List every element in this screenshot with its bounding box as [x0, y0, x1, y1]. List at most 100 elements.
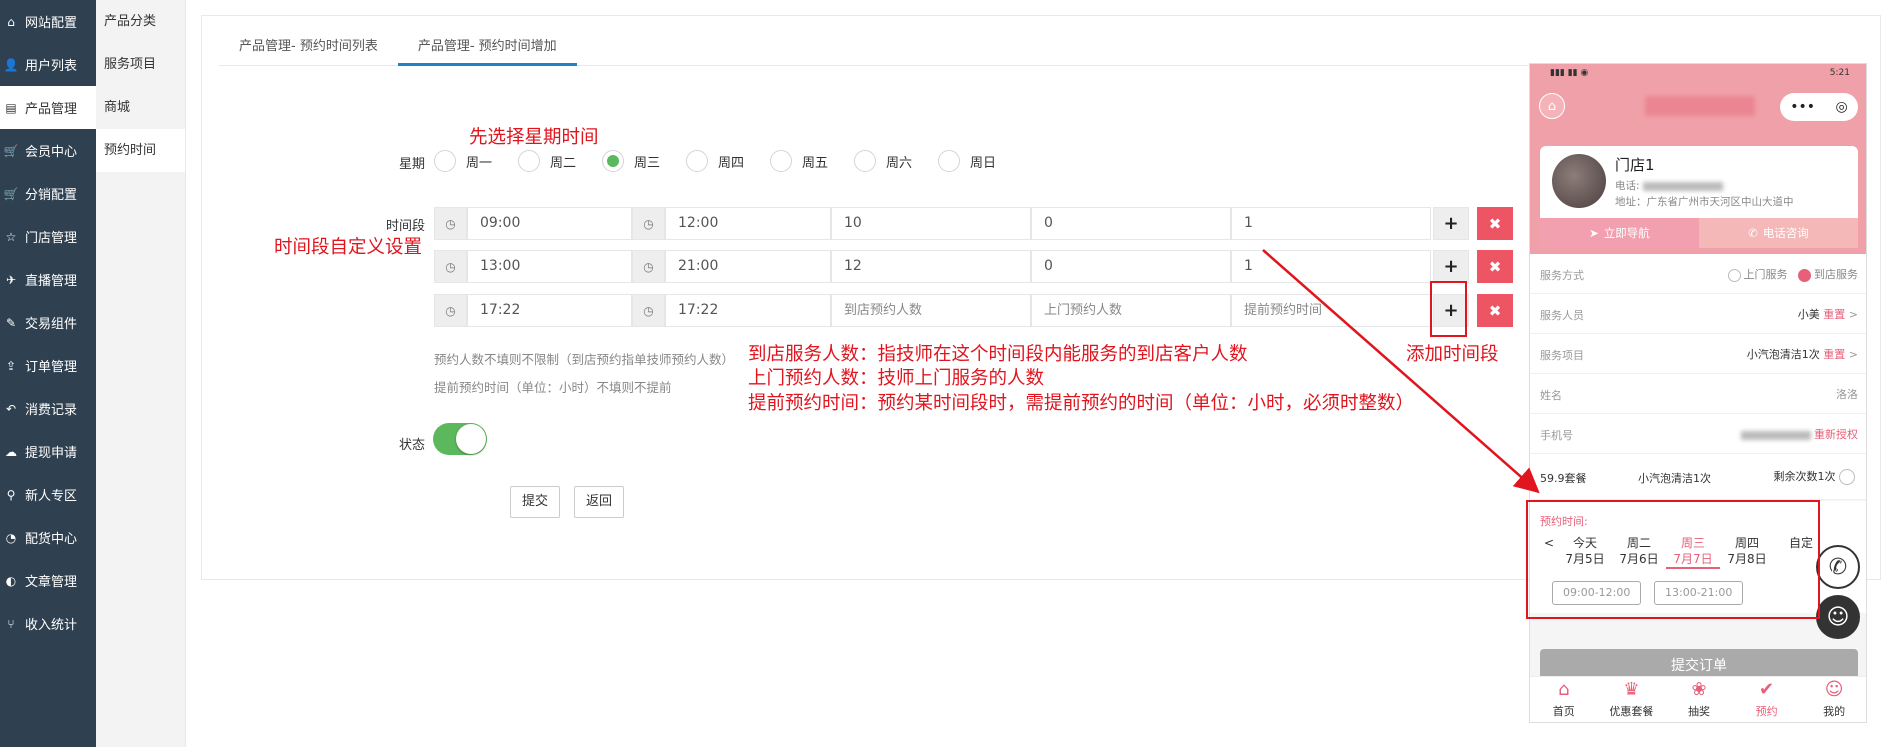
status-label: 状态 [398, 438, 425, 453]
delete-row-button[interactable]: ✖ [1477, 207, 1513, 240]
end-time-input[interactable]: 17:22 [665, 294, 831, 327]
sidebar-item-label: 门店管理 [25, 231, 78, 246]
time-label: 时间段 [385, 219, 425, 234]
mode-home-radio[interactable]: 上门服务 [1727, 268, 1788, 282]
sidebar-item[interactable]: ⚲ 新人专区 [0, 473, 96, 516]
store-count-input[interactable]: 10 [831, 207, 1031, 240]
submit-button[interactable]: 提交 [510, 486, 561, 518]
weekday-radio[interactable]: 周五 [770, 150, 854, 172]
home-icon[interactable]: ⌂ [1539, 93, 1565, 119]
tabbar-item[interactable]: ✔ 预约 [1733, 677, 1801, 722]
sidebar-item[interactable]: ☆ 门店管理 [0, 215, 96, 258]
tabbar-item[interactable]: ☺ 我的 [1800, 677, 1866, 722]
tabbar-item[interactable]: ♛ 优惠套餐 [1598, 677, 1666, 722]
sidebar-item[interactable]: ⇪ 订单管理 [0, 344, 96, 387]
add-row-button[interactable]: + [1433, 250, 1469, 283]
advance-hours-input[interactable]: 1 [1231, 250, 1431, 283]
submenu-item[interactable]: 预约时间 [96, 129, 185, 172]
submenu-item[interactable]: 商城 [96, 86, 185, 129]
sidebar-item[interactable]: ↶ 消费记录 [0, 387, 96, 430]
sidebar: ⌂ 网站配置 👤 用户列表 ▤ 产品管理 🛒 会员中心 🛒 分销配置 ☆ 门店管理 ✈ 直播管理 ✎ 交易组件… [0, 0, 96, 747]
call-button[interactable]: ✆ 电话咨询 [1699, 218, 1858, 248]
start-time-input[interactable]: 13:00 [467, 250, 632, 283]
tab-bar: 产品管理- 预约时间列表 产品管理- 预约时间增加 [219, 34, 1549, 66]
weekday-label: 周三 [634, 155, 661, 171]
sidebar-item[interactable]: ☁ 提现申请 [0, 430, 96, 473]
target-icon[interactable]: ◎ [1836, 99, 1848, 115]
home-count-input[interactable]: 0 [1031, 250, 1231, 283]
mini-capsule[interactable]: ••• ◎ [1780, 93, 1858, 121]
delete-row-button[interactable]: ✖ [1477, 294, 1513, 327]
submenu-item[interactable]: 服务项目 [96, 43, 185, 86]
item-row[interactable]: 服务项目 小汽泡清洁1次 重置 > [1530, 334, 1866, 374]
chevron-right-icon: > [1848, 348, 1858, 361]
staff-reset[interactable]: 重置 [1823, 308, 1845, 321]
sidebar-item[interactable]: 👤 用户列表 [0, 43, 96, 86]
navigate-icon: ➤ [1589, 226, 1599, 240]
home-icon: ⌂ [7, 14, 15, 29]
store-count-input[interactable]: 到店预约人数 [831, 294, 1031, 327]
weekday-radio[interactable]: 周日 [938, 150, 1022, 172]
shop-card: 门店1 电话: 地址：广东省广州市天河区中山大道中 ➤ 立即导航 ✆ 电话咨询 [1540, 146, 1858, 248]
chevron-right-icon: > [1848, 308, 1858, 321]
start-time-input[interactable]: 17:22 [467, 294, 632, 327]
add-row-button[interactable]: + [1433, 207, 1469, 240]
back-button[interactable]: 返回 [574, 486, 625, 518]
sidebar-item[interactable]: ⌂ 网站配置 [0, 0, 96, 43]
tabbar-item[interactable]: ⌂ 首页 [1530, 677, 1598, 722]
weekday-label: 周二 [550, 155, 577, 171]
home-count-input[interactable]: 0 [1031, 207, 1231, 240]
more-icon[interactable]: ••• [1790, 99, 1815, 115]
time-slot-row: ◷ 09:00 ◷ 12:00 10 0 1 + ✖ [434, 207, 1513, 240]
share-icon: ⇪ [5, 358, 17, 373]
item-reset[interactable]: 重置 [1823, 348, 1845, 361]
sidebar-item[interactable]: 🛒 会员中心 [0, 129, 96, 172]
tab-time-add[interactable]: 产品管理- 预约时间增加 [397, 34, 577, 66]
tab-time-list[interactable]: 产品管理- 预约时间列表 [219, 34, 398, 66]
weekday-radio[interactable]: 周二 [518, 150, 602, 172]
package-row: 59.9套餐 小汽泡清洁1次 剩余次数1次 [1530, 454, 1866, 500]
delete-row-button[interactable]: ✖ [1477, 250, 1513, 283]
annotation-add: 添加时间段 [1406, 344, 1499, 365]
navigate-button[interactable]: ➤ 立即导航 [1540, 218, 1699, 248]
sidebar-item[interactable]: 🛒 分销配置 [0, 172, 96, 215]
mode-store-radio[interactable]: 到店服务 [1798, 268, 1858, 282]
advance-hours-input[interactable]: 1 [1231, 207, 1431, 240]
weekday-radio[interactable]: 周四 [686, 150, 770, 172]
end-time-input[interactable]: 21:00 [665, 250, 831, 283]
phone-call-icon[interactable]: ✆ [1816, 545, 1860, 589]
submenu-item[interactable]: 产品分类 [96, 0, 185, 43]
sidebar-item-label: 收入统计 [25, 618, 78, 633]
mobile-row[interactable]: 手机号 重新授权 [1530, 414, 1866, 454]
sidebar-item[interactable]: ⑂ 收入统计 [0, 602, 96, 645]
end-time-input[interactable]: 12:00 [665, 207, 831, 240]
clock-icon: ◷ [632, 207, 665, 240]
sidebar-item-label: 会员中心 [25, 145, 78, 160]
sidebar-item[interactable]: ▤ 产品管理 [0, 86, 96, 129]
annotation-store: 到店服务人数：指技师在这个时间段内能服务的到店客户人数 [748, 344, 1248, 365]
home-count-input[interactable]: 上门预约人数 [1031, 294, 1231, 327]
start-time-input[interactable]: 09:00 [467, 207, 632, 240]
sidebar-item[interactable]: ◔ 配货中心 [0, 516, 96, 559]
service-icon[interactable]: ☺ [1816, 595, 1860, 639]
weekday-radio[interactable]: 周一 [434, 150, 518, 172]
weekday-radio[interactable]: 周三 [602, 150, 686, 172]
staff-row[interactable]: 服务人员 小美 重置 > [1530, 294, 1866, 334]
sidebar-item[interactable]: ✎ 交易组件 [0, 301, 96, 344]
sidebar-item[interactable]: ✈ 直播管理 [0, 258, 96, 301]
package-radio[interactable] [1839, 469, 1855, 485]
sidebar-item-label: 直播管理 [25, 274, 78, 289]
store-count-input[interactable]: 12 [831, 250, 1031, 283]
tabbar-icon: ♛ [1623, 679, 1640, 700]
tabbar-item[interactable]: ❀ 抽奖 [1665, 677, 1733, 722]
advance-hours-input[interactable]: 提前预约时间 [1231, 294, 1431, 327]
reauth-link[interactable]: 重新授权 [1814, 428, 1858, 441]
weekday-radio[interactable]: 周六 [854, 150, 938, 172]
name-row[interactable]: 姓名 洛洛 [1530, 374, 1866, 414]
sidebar-item[interactable]: ◐ 文章管理 [0, 559, 96, 602]
tabbar-icon: ❀ [1691, 679, 1707, 700]
marker-icon: ⚲ [6, 487, 16, 502]
annotation-time: 时间段自定义设置 [274, 237, 423, 258]
status-toggle[interactable] [433, 423, 487, 455]
annotation-advance: 提前预约时间：预约某时间段时，需提前预约的时间（单位：小时，必须时整数） [748, 393, 1415, 414]
